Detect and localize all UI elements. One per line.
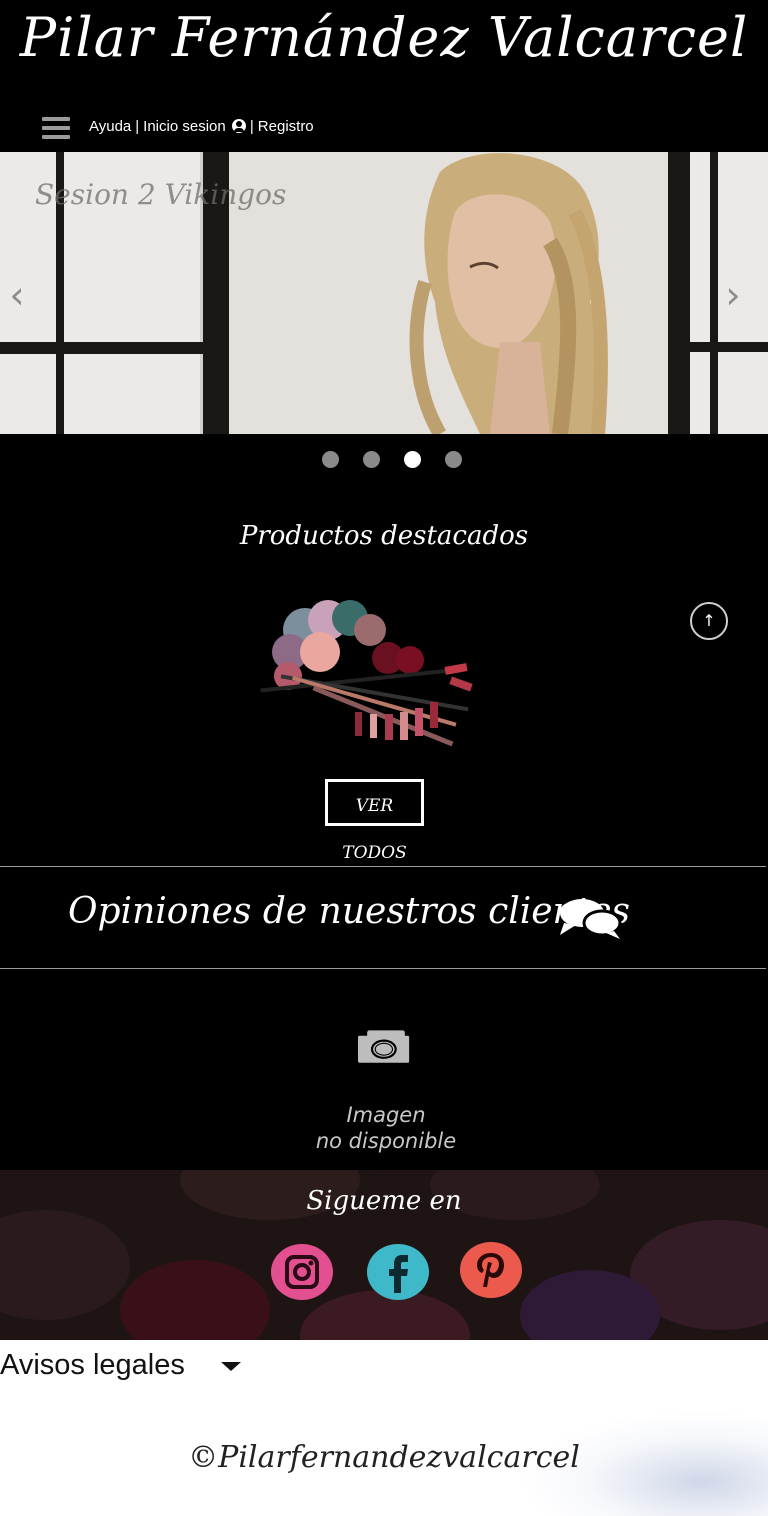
- user-circle-icon: [231, 119, 246, 133]
- copyright-text: ©Pilarfernandezvalcarcel: [188, 1440, 580, 1475]
- site-title[interactable]: Pilar Fernández Valcarcel: [0, 6, 768, 69]
- carousel-indicator-dot[interactable]: [404, 451, 421, 468]
- see-all-button[interactable]: VER TODOS: [325, 779, 424, 863]
- login-link-label: Inicio sesion: [143, 118, 226, 135]
- help-link[interactable]: Ayuda: [89, 118, 131, 135]
- slide-caption: Sesion 2 Vikingos: [35, 178, 287, 211]
- featured-products-image[interactable]: [250, 590, 500, 746]
- no-image-label: no disponible: [315, 1129, 457, 1153]
- opinions-title: Opiniones de nuestros clientes: [68, 891, 630, 932]
- legal-notices-toggle[interactable]: Avisos legales: [0, 1349, 185, 1382]
- chevron-left-icon[interactable]: ‹: [2, 270, 32, 320]
- comments-icon: [560, 899, 622, 939]
- divider: [0, 866, 766, 867]
- nav-separator: |: [135, 118, 140, 135]
- featured-title: Productos destacados: [239, 521, 529, 551]
- divider: [0, 968, 766, 969]
- no-image-label: Imagen: [346, 1103, 426, 1127]
- register-link[interactable]: Registro: [258, 118, 314, 135]
- caret-down-icon[interactable]: [221, 1362, 241, 1371]
- pinterest-icon[interactable]: [459, 1241, 523, 1299]
- follow-title: Sigueme en: [306, 1186, 462, 1216]
- instagram-icon[interactable]: [270, 1243, 334, 1301]
- hamburger-menu-icon[interactable]: [42, 117, 70, 141]
- scroll-to-top-arrow-icon[interactable]: ↑: [690, 602, 728, 640]
- facebook-icon[interactable]: [366, 1243, 430, 1301]
- camera-icon: [358, 1030, 410, 1063]
- login-link[interactable]: Inicio sesion: [143, 118, 246, 135]
- carousel-indicator-dot[interactable]: [445, 451, 462, 468]
- top-nav: Ayuda | Inicio sesion | Registro: [89, 118, 314, 135]
- carousel-indicator-dot[interactable]: [322, 451, 339, 468]
- hero-carousel: Sesion 2 Vikingos: [0, 152, 768, 434]
- carousel-indicator-dot[interactable]: [363, 451, 380, 468]
- chevron-right-icon[interactable]: ›: [718, 270, 748, 320]
- nav-separator: |: [249, 118, 254, 135]
